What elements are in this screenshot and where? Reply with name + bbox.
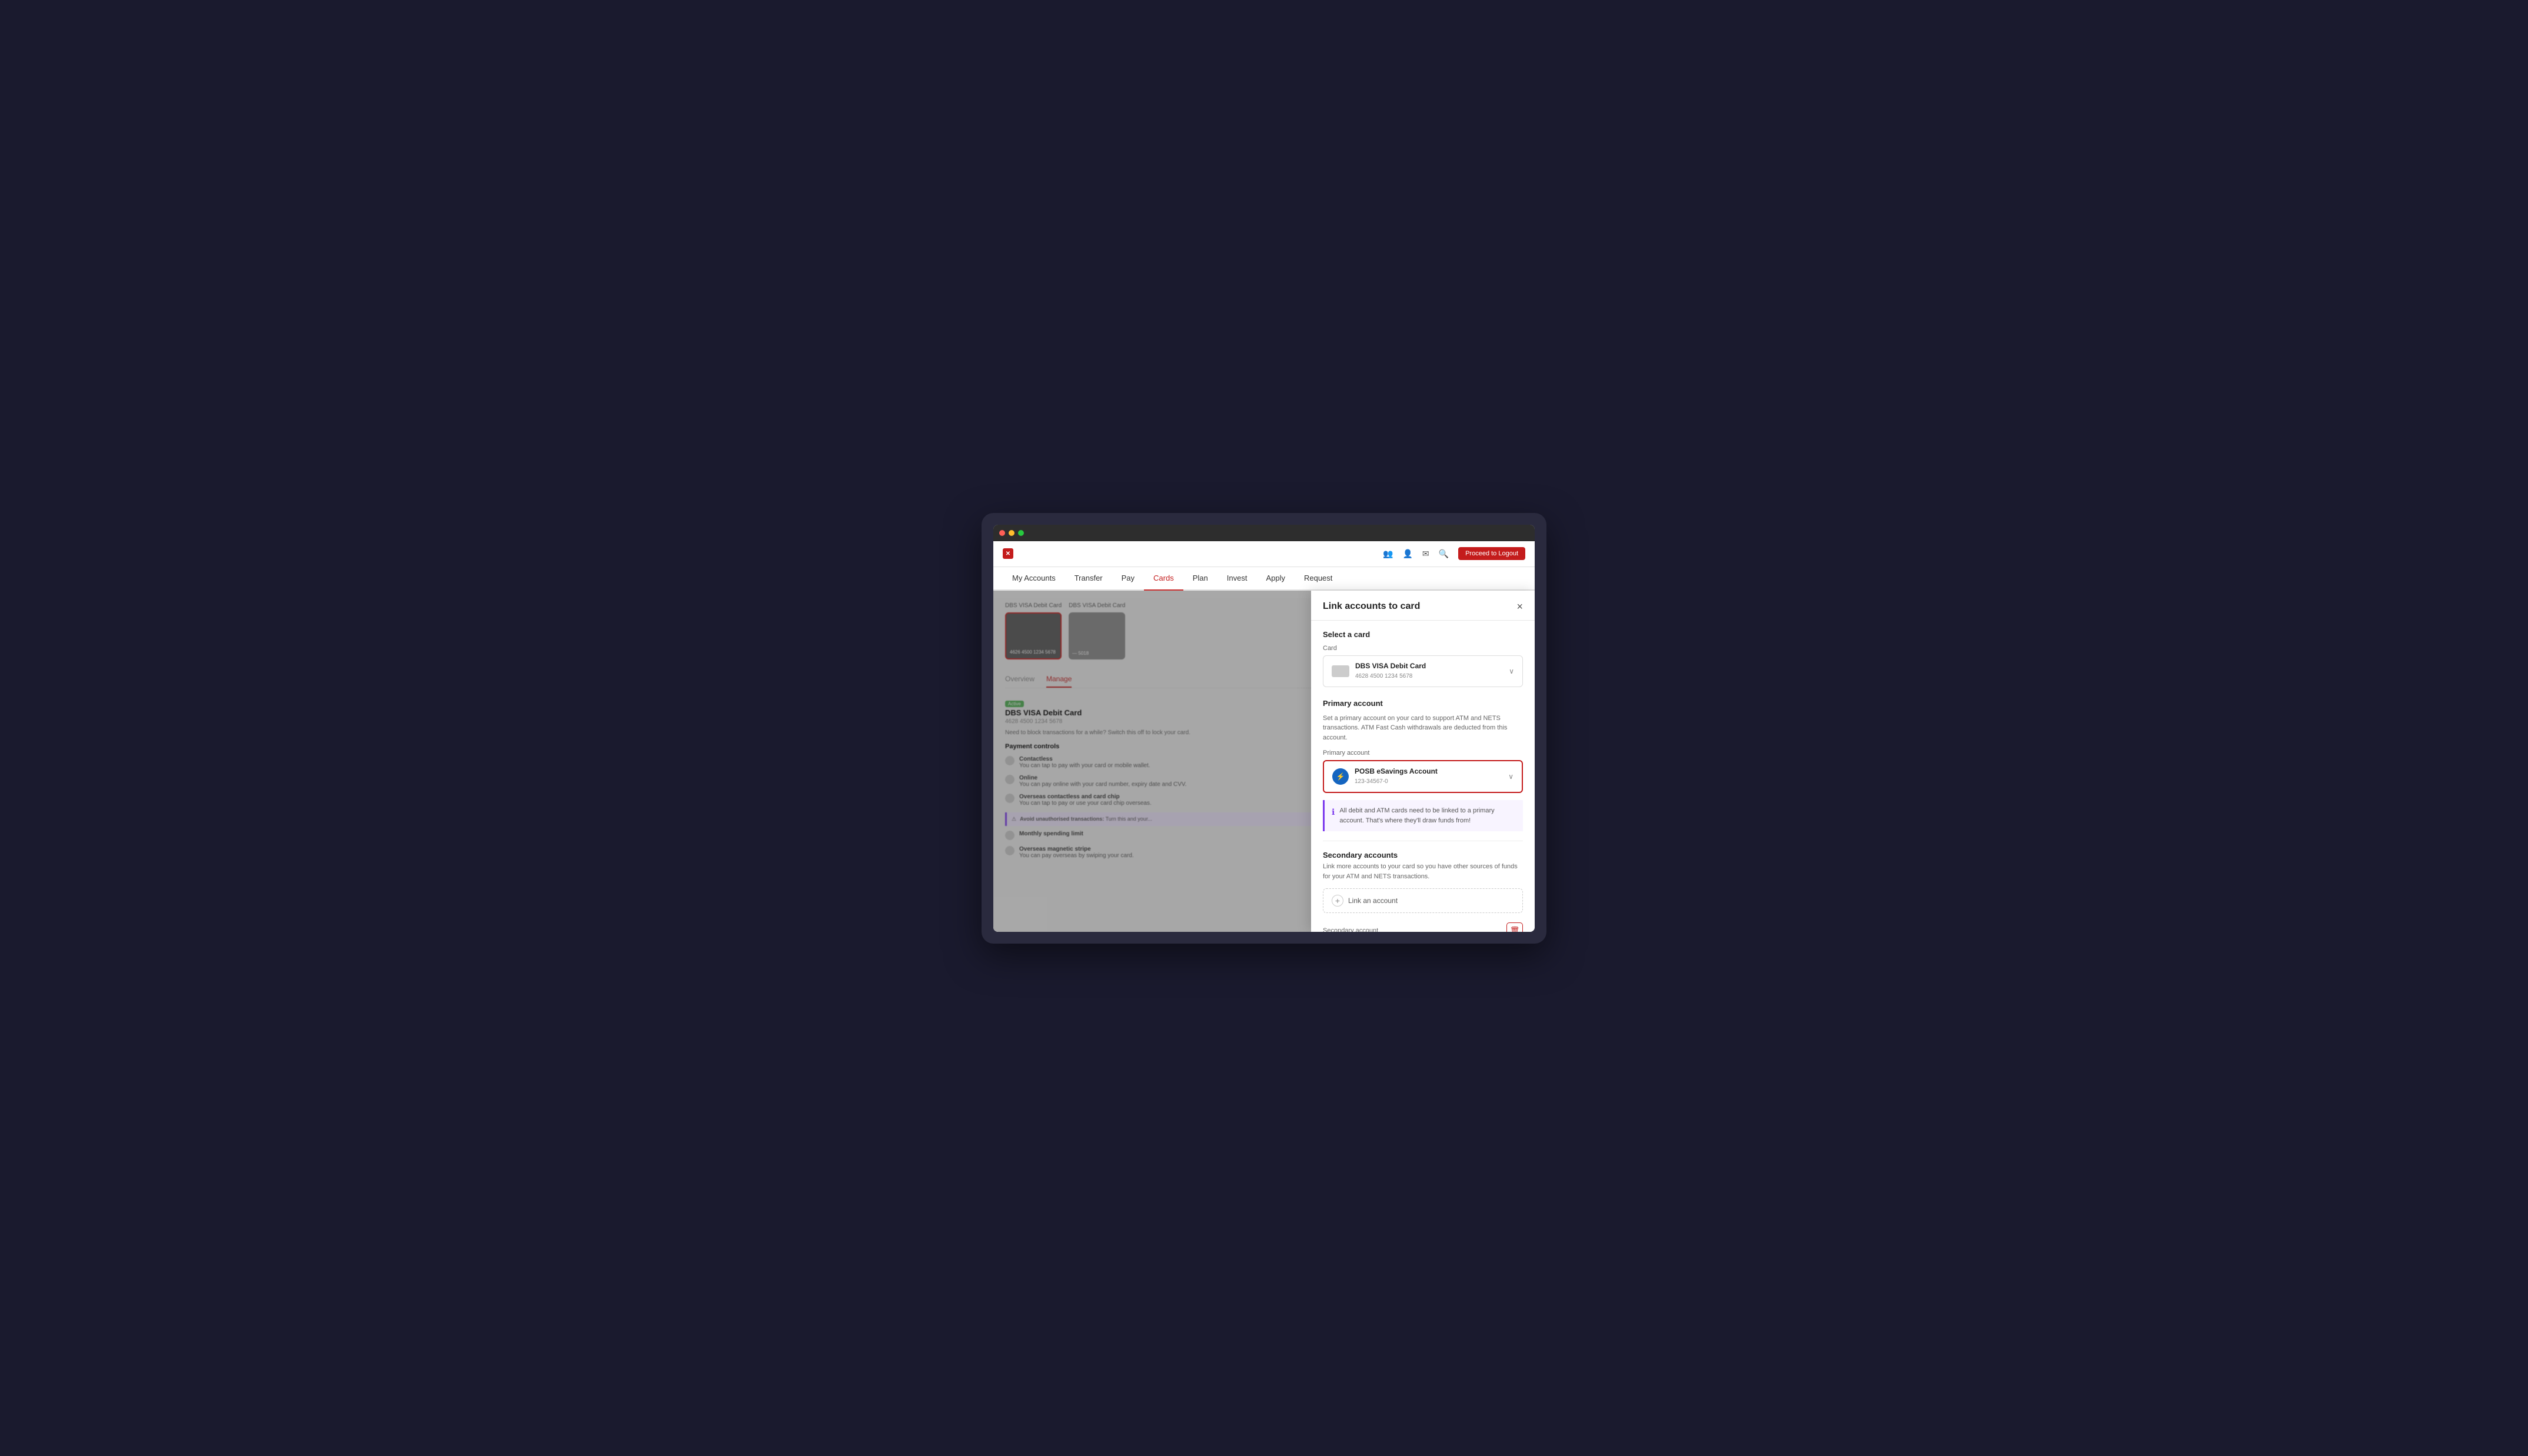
primary-account-dropdown[interactable]: ⚡ POSB eSavings Account 123-34567-0 ∨	[1323, 760, 1523, 793]
modal-title: Link accounts to card	[1323, 601, 1420, 612]
card-dropdown-info: DBS VISA Debit Card 4628 4500 1234 5678	[1355, 662, 1426, 681]
primary-account-desc: Set a primary account on your card to su…	[1323, 714, 1523, 743]
modal-header: Link accounts to card ×	[1311, 591, 1535, 621]
browser-dot-red[interactable]	[999, 530, 1005, 536]
nav-pay[interactable]: Pay	[1112, 567, 1144, 591]
proceed-logout-button[interactable]: Proceed to Logout	[1458, 547, 1525, 560]
link-plus-icon: +	[1332, 895, 1343, 907]
nav-invest[interactable]: Invest	[1218, 567, 1257, 591]
primary-account-info: POSB eSavings Account 123-34567-0	[1355, 767, 1438, 786]
nav-apply[interactable]: Apply	[1256, 567, 1295, 591]
nav-my-accounts[interactable]: My Accounts	[1003, 567, 1065, 591]
delete-secondary-account-button[interactable]: 🗑	[1506, 922, 1523, 932]
primary-account-title: Primary account	[1323, 699, 1523, 708]
select-card-title: Select a card	[1323, 630, 1523, 639]
chevron-down-icon: ∨	[1509, 667, 1514, 675]
selected-card-number: 4628 4500 1234 5678	[1355, 673, 1412, 679]
browser-dot-yellow[interactable]	[1009, 530, 1014, 536]
person-icon[interactable]: 👤	[1402, 549, 1412, 559]
link-account-label: Link an account	[1348, 897, 1398, 905]
info-box: ℹ All debit and ATM cards need to be lin…	[1323, 800, 1523, 831]
content-area: DBS VISA Debit Card 4626 4500 1234 5678 …	[993, 591, 1535, 932]
primary-account-name: POSB eSavings Account	[1355, 767, 1438, 775]
browser-dot-green[interactable]	[1018, 530, 1024, 536]
secondary-accounts-title: Secondary accounts	[1323, 851, 1523, 859]
main-nav: My Accounts Transfer Pay Cards Plan Inve…	[993, 567, 1535, 591]
secondary-account-label-row: Secondary account 🗑	[1323, 922, 1523, 932]
nav-request[interactable]: Request	[1295, 567, 1342, 591]
nav-plan[interactable]: Plan	[1183, 567, 1218, 591]
card-dropdown-left: DBS VISA Debit Card 4628 4500 1234 5678	[1332, 662, 1426, 681]
info-icon: ℹ	[1332, 806, 1335, 818]
posb-account-icon: ⚡	[1332, 768, 1349, 785]
primary-account-left: ⚡ POSB eSavings Account 123-34567-0	[1332, 767, 1438, 786]
primary-field-label: Primary account	[1323, 749, 1523, 757]
modal-close-button[interactable]: ×	[1516, 601, 1523, 612]
mail-icon[interactable]: ✉	[1422, 549, 1429, 559]
secondary-accounts-desc: Link more accounts to your card so you h…	[1323, 862, 1523, 881]
top-nav: ✕ 👥 👤 ✉ 🔍 Proceed to Logout	[993, 541, 1535, 567]
search-icon[interactable]: 🔍	[1439, 549, 1449, 559]
info-box-text: All debit and ATM cards need to be linke…	[1339, 806, 1516, 825]
nav-cards[interactable]: Cards	[1144, 567, 1183, 591]
selected-card-name: DBS VISA Debit Card	[1355, 662, 1426, 670]
link-accounts-modal: Link accounts to card × Select a card Ca…	[1311, 591, 1535, 932]
card-field-label: Card	[1323, 645, 1523, 652]
card-dropdown[interactable]: DBS VISA Debit Card 4628 4500 1234 5678 …	[1323, 655, 1523, 687]
secondary-account-label: Secondary account	[1323, 927, 1378, 932]
card-icon	[1332, 665, 1349, 677]
people-icon[interactable]: 👥	[1383, 549, 1393, 559]
modal-body: Select a card Card DBS VISA Debit Card 4…	[1311, 621, 1535, 932]
primary-account-number: 123-34567-0	[1355, 778, 1388, 785]
nav-transfer[interactable]: Transfer	[1065, 567, 1112, 591]
close-icon[interactable]: ✕	[1003, 548, 1013, 559]
primary-chevron-icon: ∨	[1508, 772, 1514, 781]
link-account-button[interactable]: + Link an account	[1323, 888, 1523, 913]
